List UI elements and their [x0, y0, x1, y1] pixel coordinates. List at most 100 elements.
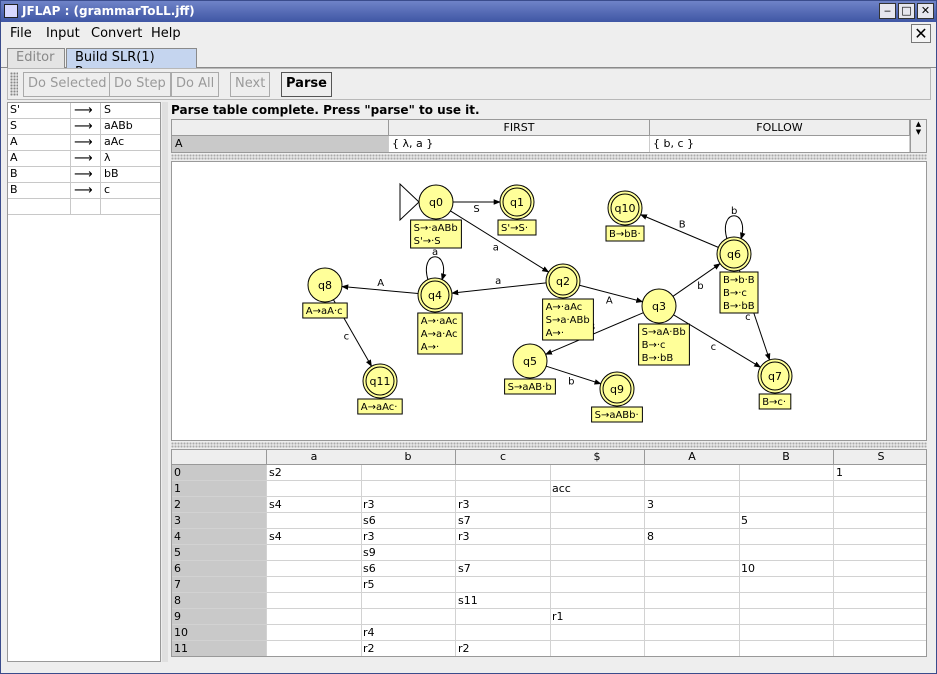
parse-table-row-header[interactable]: 0 — [172, 465, 267, 481]
parse-table-cell[interactable] — [267, 609, 362, 625]
parse-table-cell[interactable] — [739, 609, 834, 625]
menu-convert[interactable]: Convert — [91, 26, 142, 41]
parse-table-row-header[interactable]: 11 — [172, 641, 267, 656]
parse-table-cell[interactable] — [267, 561, 362, 577]
parse-table-cell[interactable] — [834, 513, 926, 529]
parse-table-cell[interactable] — [645, 481, 740, 497]
parse-table-row-header[interactable]: 1 — [172, 481, 267, 497]
toolbar-grip[interactable] — [10, 72, 18, 96]
parse-table-cell[interactable]: r3 — [456, 497, 551, 513]
parse-table-cell[interactable]: r4 — [361, 625, 456, 641]
parse-table-cell[interactable]: 1 — [834, 465, 926, 481]
splitter-bottom[interactable] — [171, 442, 927, 448]
parse-table-cell[interactable] — [267, 641, 362, 656]
parse-table-cell[interactable] — [456, 545, 551, 561]
grammar-table[interactable]: S' ⟶ S S ⟶ aABb A ⟶ aAc A ⟶ λ B ⟶ bB B ⟶ c — [7, 102, 161, 662]
parse-table-cell[interactable] — [267, 545, 362, 561]
parse-table-cell[interactable] — [267, 513, 362, 529]
parse-table-cell[interactable] — [456, 625, 551, 641]
parse-table-cell[interactable]: s9 — [361, 545, 456, 561]
ff-scrollbar[interactable]: ▲ ▼ — [910, 120, 926, 152]
parse-table-cell[interactable]: s6 — [361, 513, 456, 529]
parse-table-cell[interactable] — [645, 465, 740, 481]
parse-table-row-header[interactable]: 6 — [172, 561, 267, 577]
parse-table-cell[interactable] — [645, 609, 740, 625]
parse-table-cell[interactable]: 5 — [739, 513, 834, 529]
parse-table-cell[interactable] — [739, 497, 834, 513]
parse-table-cell[interactable] — [739, 545, 834, 561]
parse-table-row-header[interactable]: 4 — [172, 529, 267, 545]
parse-table-cell[interactable]: r2 — [456, 641, 551, 656]
parse-table-cell[interactable] — [361, 481, 456, 497]
parse-table-cell[interactable] — [834, 481, 926, 497]
parse-table-cell[interactable] — [834, 561, 926, 577]
automaton-diagram[interactable]: SaaAaAcbBcbbBcq0S→·aABbS'→·Sq1S'→S·q2A→·… — [172, 162, 926, 440]
parse-table-cell[interactable] — [361, 593, 456, 609]
parse-table-cell[interactable] — [267, 593, 362, 609]
parse-table-cell[interactable]: r3 — [361, 497, 456, 513]
next-button[interactable]: Next — [230, 72, 271, 97]
parse-table-row-header[interactable]: 8 — [172, 593, 267, 609]
parse-table-cell[interactable] — [739, 577, 834, 593]
parse-table-cell[interactable]: s7 — [456, 561, 551, 577]
parse-table-cell[interactable] — [834, 529, 926, 545]
parse-table-cell[interactable] — [550, 593, 645, 609]
parse-table-cell[interactable] — [550, 497, 645, 513]
tab-build-slr-parse[interactable]: Build SLR(1) Parse — [66, 48, 197, 80]
grammar-row[interactable]: S' ⟶ S — [8, 103, 160, 119]
parse-table-cell[interactable] — [834, 577, 926, 593]
parse-table-cell[interactable] — [739, 465, 834, 481]
ff-symbol-cell[interactable]: A — [172, 136, 389, 152]
parse-table-cell[interactable] — [550, 465, 645, 481]
parse-table-cell[interactable]: 8 — [645, 529, 740, 545]
parse-table-cell[interactable]: s6 — [361, 561, 456, 577]
parse-table-cell[interactable] — [456, 609, 551, 625]
parse-table-cell[interactable]: 10 — [739, 561, 834, 577]
splitter-top[interactable] — [171, 154, 927, 160]
parse-table-cell[interactable] — [456, 577, 551, 593]
parse-table-cell[interactable] — [456, 481, 551, 497]
grammar-row[interactable]: A ⟶ λ — [8, 151, 160, 167]
parse-table-cell[interactable] — [550, 561, 645, 577]
parse-table-cell[interactable] — [834, 497, 926, 513]
parse-table-cell[interactable] — [550, 513, 645, 529]
parse-table-cell[interactable] — [550, 625, 645, 641]
parse-table-cell[interactable] — [645, 593, 740, 609]
parse-table-cell[interactable] — [739, 481, 834, 497]
parse-table-cell[interactable] — [645, 625, 740, 641]
parse-table-cell[interactable] — [739, 529, 834, 545]
parse-table-cell[interactable] — [645, 577, 740, 593]
parse-table-cell[interactable] — [645, 545, 740, 561]
menu-input[interactable]: Input — [46, 26, 80, 41]
parse-table-row-header[interactable]: 7 — [172, 577, 267, 593]
parse-table-cell[interactable] — [267, 481, 362, 497]
grammar-row[interactable]: S ⟶ aABb — [8, 119, 160, 135]
parse-table-cell[interactable]: s4 — [267, 529, 362, 545]
grammar-row[interactable] — [8, 199, 160, 215]
parse-table-cell[interactable] — [550, 529, 645, 545]
grammar-row[interactable]: B ⟶ bB — [8, 167, 160, 183]
minimize-button[interactable]: ‒ — [879, 3, 896, 19]
parse-table-cell[interactable] — [739, 593, 834, 609]
parse-table-row-header[interactable]: 3 — [172, 513, 267, 529]
parse-table-row-header[interactable]: 2 — [172, 497, 267, 513]
parse-table-cell[interactable]: r5 — [361, 577, 456, 593]
parse-table-cell[interactable] — [550, 545, 645, 561]
parse-table-cell[interactable] — [645, 513, 740, 529]
parse-button[interactable]: Parse — [281, 72, 332, 97]
ff-follow-cell[interactable]: { b, c } — [650, 136, 910, 152]
parse-table-cell[interactable]: r2 — [361, 641, 456, 656]
parse-table-cell[interactable]: s11 — [456, 593, 551, 609]
maximize-button[interactable]: □ — [898, 3, 915, 19]
close-tab-button[interactable]: ✕ — [911, 24, 931, 43]
parse-table-cell[interactable] — [267, 625, 362, 641]
menu-file[interactable]: File — [10, 26, 32, 41]
parse-table-cell[interactable]: acc — [550, 481, 645, 497]
parse-table-cell[interactable] — [361, 609, 456, 625]
do-step-button[interactable]: Do Step — [109, 72, 171, 97]
parse-table-cell[interactable] — [834, 545, 926, 561]
ff-first-cell[interactable]: { λ, a } — [389, 136, 650, 152]
parse-table-cell[interactable] — [739, 625, 834, 641]
parse-table-row-header[interactable]: 10 — [172, 625, 267, 641]
parse-table-cell[interactable]: s2 — [267, 465, 362, 481]
